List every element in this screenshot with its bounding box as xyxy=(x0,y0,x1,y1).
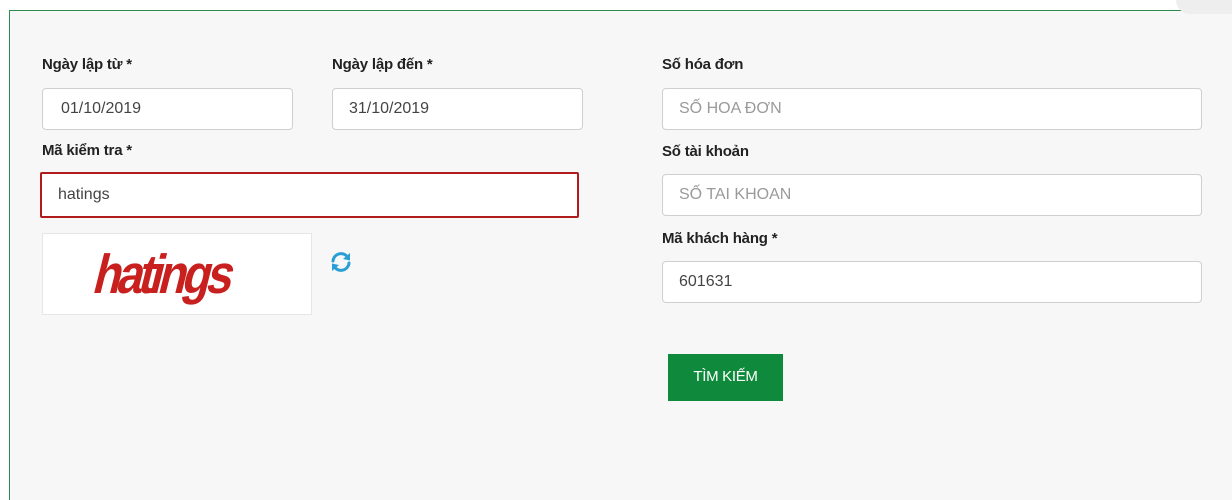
account-number-label: Số tài khoản xyxy=(662,143,749,160)
customer-code-input[interactable]: 601631 xyxy=(662,261,1202,303)
invoice-number-label: Số hóa đơn xyxy=(662,56,744,73)
account-number-input[interactable]: SỐ TAI KHOAN xyxy=(662,174,1202,216)
captcha-image-graphic: hatings xyxy=(88,243,241,305)
captcha-text-group: hatings xyxy=(88,243,241,305)
customer-code-label: Mã khách hàng * xyxy=(662,230,778,247)
captcha-code-label: Mã kiểm tra * xyxy=(42,142,132,159)
date-from-input[interactable]: 01/10/2019 xyxy=(42,88,293,130)
date-to-input[interactable]: 31/10/2019 xyxy=(332,88,583,130)
date-from-label: Ngày lập từ * xyxy=(42,56,132,73)
top-right-corner xyxy=(1176,0,1232,14)
captcha-code-input[interactable]: hatings xyxy=(40,172,579,218)
invoice-number-input[interactable]: SỐ HOA ĐƠN xyxy=(662,88,1202,130)
captcha-distorted-text: hatings xyxy=(88,243,241,305)
refresh-icon[interactable] xyxy=(328,249,354,275)
search-button[interactable]: TÌM KIẾM xyxy=(668,354,783,401)
refresh-icon-graphic xyxy=(331,252,351,272)
captcha-image: hatings xyxy=(42,233,312,315)
date-to-label: Ngày lập đến * xyxy=(332,56,433,73)
